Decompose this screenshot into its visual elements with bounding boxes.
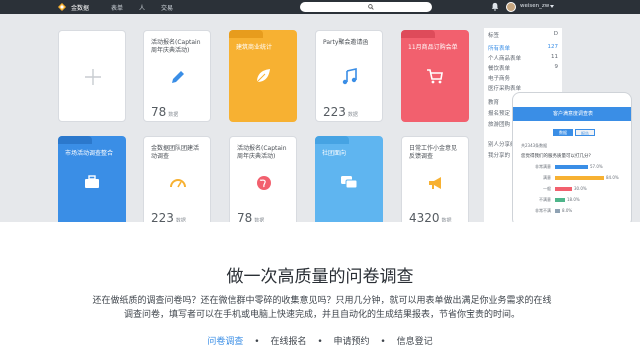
bar	[555, 198, 565, 202]
form-card[interactable]: 金数据团队团建活动调查 223 数据	[143, 136, 211, 222]
bar-value-label: 18.0%	[567, 197, 580, 202]
avatar[interactable]	[506, 2, 516, 12]
sidebar-item-catering[interactable]: 餐饮表单 9	[488, 64, 558, 72]
music-icon	[342, 68, 357, 85]
separator-dot: •	[254, 337, 260, 347]
record-count: 共2343条数据	[521, 143, 548, 148]
phone-tabs: 数据 报告	[553, 129, 595, 136]
folder-tab	[229, 30, 263, 38]
sidebar-item-medical[interactable]: 医疗采购表单	[488, 84, 558, 92]
folder-card[interactable]: 11月商品订购会单	[401, 30, 469, 122]
bar-label: 一般	[543, 186, 551, 191]
user-name[interactable]: weisen_zw	[520, 3, 549, 9]
form-title: 活动报名(Captain周年庆典活动)	[237, 145, 287, 160]
nav-people[interactable]: 人	[139, 3, 145, 12]
bar-value-label: 57.0%	[590, 164, 603, 169]
bar-value-label: 84.0%	[606, 175, 619, 180]
bar	[555, 187, 572, 191]
separator-dot: •	[317, 337, 323, 347]
sidebar-item-all-forms[interactable]: 所有表单 127	[488, 44, 558, 52]
folder-title: 建筑商业统计	[236, 44, 273, 51]
sidebar-item-ecommerce[interactable]: 电子商务	[488, 74, 558, 82]
chevron-down-icon[interactable]	[550, 5, 554, 8]
top-navigation-bar: 金数据 表单 人 交易 weisen_zw	[0, 0, 640, 14]
form-title: 活动报名(Captain周年庆典活动)	[151, 39, 201, 54]
nav-forms[interactable]: 表单	[111, 3, 123, 12]
bar	[555, 176, 604, 180]
bar-value-label: 30.0%	[574, 186, 587, 191]
hero-description-line-2: 调查问卷，填写者可以在手机或电脑上快速完成，并且自动化的生成结果报表，节省你宝贵…	[123, 310, 520, 320]
form-count: 78 数据	[237, 211, 265, 222]
form-card[interactable]: 日常工作小金意见反馈调查 4320 数据	[401, 136, 469, 222]
bar-label: 非常满意	[535, 164, 551, 169]
folder-tab	[58, 136, 92, 144]
form-title: 金数据团队团建活动调查	[151, 145, 200, 160]
folder-title: 11月商品订购会单	[408, 44, 458, 51]
briefcase-icon	[85, 175, 99, 188]
nav-transactions[interactable]: 交易	[161, 3, 173, 12]
form-count: 4320 数据	[409, 211, 452, 222]
folder-title: 社团面向	[322, 150, 347, 157]
form-count: 78 数据	[151, 105, 179, 119]
form-title: Party聚会邀请函	[323, 39, 369, 46]
search-icon	[368, 4, 374, 10]
shopping-cart-icon	[427, 69, 443, 84]
link-survey[interactable]: 问卷调查	[207, 337, 243, 347]
folder-card[interactable]: 建筑商业统计	[229, 30, 297, 122]
phone-mockup: 客户满意度调查表 数据 报告 共2343条数据 您觉得我们的服务质量可以打几分?…	[512, 92, 632, 222]
sidebar-header-count: D	[553, 31, 558, 37]
plus-icon	[85, 69, 101, 85]
brand-logo[interactable]: 金数据	[56, 2, 89, 12]
sidebar-header-label: 标签	[488, 33, 500, 39]
hero-description: 还在做纸质的调查问卷吗？还在微信群中零碎的收集意见吗？只用几分钟，就可以用表单做…	[72, 294, 572, 322]
form-card[interactable]: 活动报名(Captain周年庆典活动) 78 数据	[143, 30, 211, 122]
survey-question: 您觉得我们的服务质量可以打几分?	[521, 154, 591, 159]
new-form-card[interactable]	[58, 30, 126, 122]
bar-label: 不满意	[539, 197, 551, 202]
bar-label: 满意	[543, 175, 551, 180]
form-title: 日常工作小金意见反馈调查	[409, 145, 458, 160]
globe-icon	[257, 176, 271, 190]
tab-report[interactable]: 报告	[575, 129, 595, 136]
leaf-icon	[256, 69, 270, 83]
bar	[555, 209, 560, 213]
bell-icon[interactable]	[491, 2, 499, 11]
brand-name: 金数据	[71, 4, 90, 12]
bar	[555, 165, 588, 169]
hero-description-line-1: 还在做纸质的调查问卷吗？还在微信群中零碎的收集意见吗？只用几分钟，就可以用表单做…	[92, 296, 552, 306]
link-appointment[interactable]: 申请预约	[334, 337, 370, 347]
folder-tab	[401, 30, 435, 38]
sidebar-item-personal-goods[interactable]: 个人商品表单 11	[488, 54, 558, 62]
folder-title: 市场活动调查整合	[65, 150, 114, 157]
separator-dot: •	[380, 337, 386, 347]
chat-bubbles-icon	[341, 176, 358, 189]
pencil-icon	[172, 71, 184, 83]
form-count: 223 数据	[323, 105, 358, 119]
link-online-registration[interactable]: 在线报名	[270, 337, 306, 347]
use-case-links: 问卷调查 • 在线报名 • 申请预约 • 信息登记	[0, 334, 640, 347]
bar-value-label: 8.0%	[562, 208, 573, 213]
phone-header: 客户满意度调查表	[513, 107, 631, 121]
tab-data[interactable]: 数据	[553, 129, 573, 136]
gauge-icon	[170, 179, 186, 188]
form-card[interactable]: 活动报名(Captain周年庆典活动) 78 数据	[229, 136, 297, 222]
folder-card[interactable]: 社团面向	[315, 136, 383, 222]
logo-icon	[58, 3, 66, 11]
search-input[interactable]	[300, 2, 432, 12]
form-count: 223 数据	[151, 211, 186, 222]
folder-card[interactable]: 市场活动调查整合	[58, 136, 126, 222]
form-card[interactable]: Party聚会邀请函 223 数据	[315, 30, 383, 122]
page-title: 做一次高质量的问卷调查	[226, 267, 414, 287]
sidebar-header: 标签 D	[488, 31, 558, 39]
link-info-registration[interactable]: 信息登记	[397, 337, 433, 347]
folder-tab	[315, 136, 349, 144]
megaphone-icon	[429, 177, 441, 189]
app-window: 金数据 表单 人 交易 weisen_zw 活动报名(Captain周年庆典活动…	[0, 0, 640, 222]
bar-label: 非常不满	[535, 208, 551, 213]
